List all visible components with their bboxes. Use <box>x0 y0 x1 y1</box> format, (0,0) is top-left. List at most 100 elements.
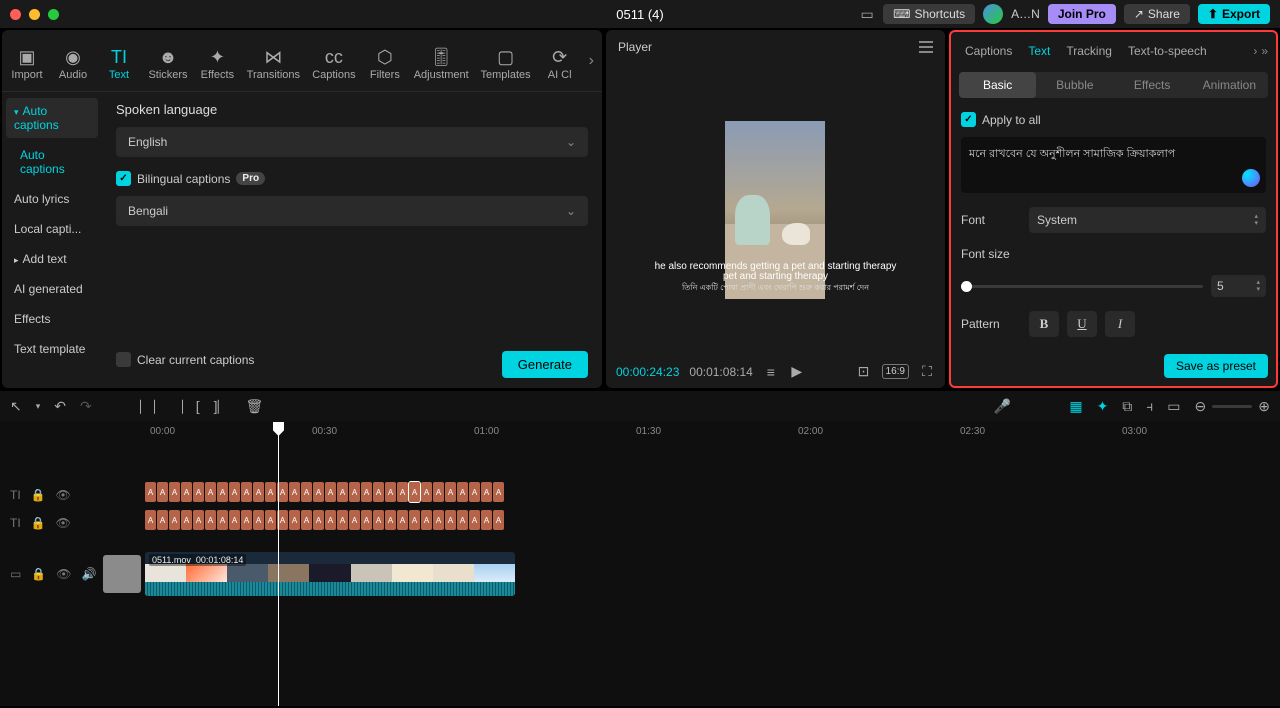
align-icon[interactable]: ⫞ <box>1146 398 1153 415</box>
join-pro-button[interactable]: Join Pro <box>1048 4 1116 24</box>
caption-clip[interactable]: A <box>253 482 264 502</box>
caption-clip[interactable]: A <box>349 482 360 502</box>
split-left-icon[interactable]: ⎸[ <box>182 398 200 415</box>
tool-captions[interactable]: ccCaptions <box>308 43 360 85</box>
lock-icon[interactable]: 🔒 <box>31 488 46 502</box>
caption-clip[interactable]: A <box>313 510 324 530</box>
caption-clip[interactable]: A <box>361 510 372 530</box>
tool-import[interactable]: ▣Import <box>6 43 48 85</box>
zoom-out-icon[interactable]: ⊖ <box>1195 398 1207 415</box>
caption-clip[interactable]: A <box>325 510 336 530</box>
caption-clip[interactable]: A <box>337 482 348 502</box>
undo-button[interactable]: ↶ <box>54 398 66 415</box>
fullscreen-icon[interactable]: ⛶ <box>919 363 935 380</box>
lock-icon[interactable]: 🔒 <box>31 567 46 581</box>
caption-clip[interactable]: A <box>421 482 432 502</box>
subtab-animation[interactable]: Animation <box>1191 72 1268 98</box>
ai-assist-icon[interactable] <box>1242 169 1260 187</box>
tool-filters[interactable]: ⬡Filters <box>364 43 406 85</box>
caption-clip[interactable]: A <box>481 510 492 530</box>
caption-clip[interactable]: A <box>373 510 384 530</box>
layout-icon[interactable]: ▭ <box>859 6 875 23</box>
caption-clip[interactable]: A <box>181 510 192 530</box>
timeline[interactable]: 00:00 00:30 01:00 01:30 02:00 02:30 03:0… <box>0 422 1280 706</box>
caption-clip[interactable]: A <box>397 510 408 530</box>
caption-clip[interactable]: A <box>205 482 216 502</box>
caption-clip[interactable]: A <box>169 510 180 530</box>
sidenav-add-text[interactable]: Add text <box>6 246 98 272</box>
caption-clip[interactable]: A <box>385 510 396 530</box>
visibility-icon[interactable]: 👁 <box>56 567 71 581</box>
caption-clip[interactable]: A <box>445 482 456 502</box>
zoom-in-icon[interactable]: ⊕ <box>1258 398 1270 415</box>
caption-clip[interactable]: A <box>481 482 492 502</box>
caption-clip[interactable]: A <box>397 482 408 502</box>
apply-all-checkbox[interactable]: ✓ <box>961 112 976 127</box>
subtab-effects[interactable]: Effects <box>1113 72 1190 98</box>
tool-adjustment[interactable]: 🎚Adjustment <box>410 43 473 85</box>
magnet-main-icon[interactable]: ▦ <box>1069 398 1082 415</box>
caption-clip[interactable]: A <box>241 510 252 530</box>
caption-clip[interactable]: A <box>217 482 228 502</box>
play-button[interactable]: ▶ <box>789 363 805 380</box>
caption-clip[interactable]: A <box>205 510 216 530</box>
split-icon[interactable]: ⎸⎸ <box>140 398 168 415</box>
link-icon[interactable]: ⧉ <box>1122 398 1132 415</box>
caption-clip[interactable]: A <box>361 482 372 502</box>
lock-icon[interactable]: 🔒 <box>31 516 46 530</box>
caption-clip[interactable]: A <box>301 510 312 530</box>
bilingual-checkbox[interactable]: ✓ <box>116 171 131 186</box>
sidenav-auto-captions-group[interactable]: Auto captions <box>6 98 98 138</box>
view-list-icon[interactable]: ≡ <box>763 364 779 380</box>
caption-clip[interactable]: A <box>445 510 456 530</box>
maximize-window-icon[interactable] <box>48 9 59 20</box>
toolbar-more-icon[interactable]: › <box>585 52 598 70</box>
italic-button[interactable]: I <box>1105 311 1135 337</box>
avatar[interactable] <box>983 4 1003 24</box>
aspect-ratio-button[interactable]: 16:9 <box>882 364 909 379</box>
video-track[interactable]: ▭ 🔒 👁 🔊 0511.mov 00:01:08:14 <box>0 552 1280 596</box>
subtab-basic[interactable]: Basic <box>959 72 1036 98</box>
caption-clip[interactable]: A <box>301 482 312 502</box>
save-preset-button[interactable]: Save as preset <box>1164 354 1268 378</box>
caption-clip[interactable]: A <box>493 482 504 502</box>
visibility-icon[interactable]: 👁 <box>56 516 71 530</box>
caption-clip[interactable]: A <box>373 482 384 502</box>
generate-button[interactable]: Generate <box>502 351 588 378</box>
sidenav-auto-captions[interactable]: Auto captions <box>6 142 98 182</box>
caption-clip[interactable]: A <box>157 510 168 530</box>
caption-clip[interactable]: A <box>337 510 348 530</box>
tab-captions[interactable]: Captions <box>959 40 1018 62</box>
magnet-snap-icon[interactable]: ✦ <box>1097 398 1109 415</box>
bilingual-language-dropdown[interactable]: Bengali ⌄ <box>116 196 588 226</box>
shortcuts-button[interactable]: ⌨ Shortcuts <box>883 4 975 24</box>
clear-captions-checkbox[interactable] <box>116 352 131 367</box>
subtab-bubble[interactable]: Bubble <box>1036 72 1113 98</box>
caption-clip[interactable]: A <box>169 482 180 502</box>
caption-clip[interactable]: A <box>433 510 444 530</box>
player-viewport[interactable]: he also recommends getting a pet and sta… <box>606 64 945 355</box>
caption-clip[interactable]: A <box>457 510 468 530</box>
caption-clip[interactable]: A <box>253 510 264 530</box>
mute-icon[interactable]: 🔊 <box>82 567 97 581</box>
tool-effects[interactable]: ✦Effects <box>196 43 239 85</box>
caption-clip[interactable]: A <box>145 482 156 502</box>
caption-clip[interactable]: A <box>421 510 432 530</box>
caption-clip[interactable]: A <box>289 482 300 502</box>
close-window-icon[interactable] <box>10 9 21 20</box>
player-menu-icon[interactable] <box>919 41 933 53</box>
caption-clip[interactable]: A <box>265 510 276 530</box>
crop-icon[interactable]: ⊡ <box>856 363 872 380</box>
share-button[interactable]: ↗ Share <box>1124 4 1190 24</box>
delete-icon[interactable]: 🗑 <box>246 398 264 415</box>
caption-clip[interactable]: A <box>289 510 300 530</box>
caption-track-1[interactable]: TI 🔒 👁 AAAAAAAAAAAAAAAAAAAAAAAAAAAAAA <box>0 482 1280 508</box>
visibility-icon[interactable]: 👁 <box>56 488 71 502</box>
tab-tracking[interactable]: Tracking <box>1060 40 1118 62</box>
caption-clip[interactable]: A <box>493 510 504 530</box>
caption-clip[interactable]: A <box>349 510 360 530</box>
caption-clip[interactable]: A <box>229 482 240 502</box>
tab-text[interactable]: Text <box>1022 40 1056 62</box>
tool-audio[interactable]: ◉Audio <box>52 43 94 85</box>
caption-clip[interactable]: A <box>157 482 168 502</box>
